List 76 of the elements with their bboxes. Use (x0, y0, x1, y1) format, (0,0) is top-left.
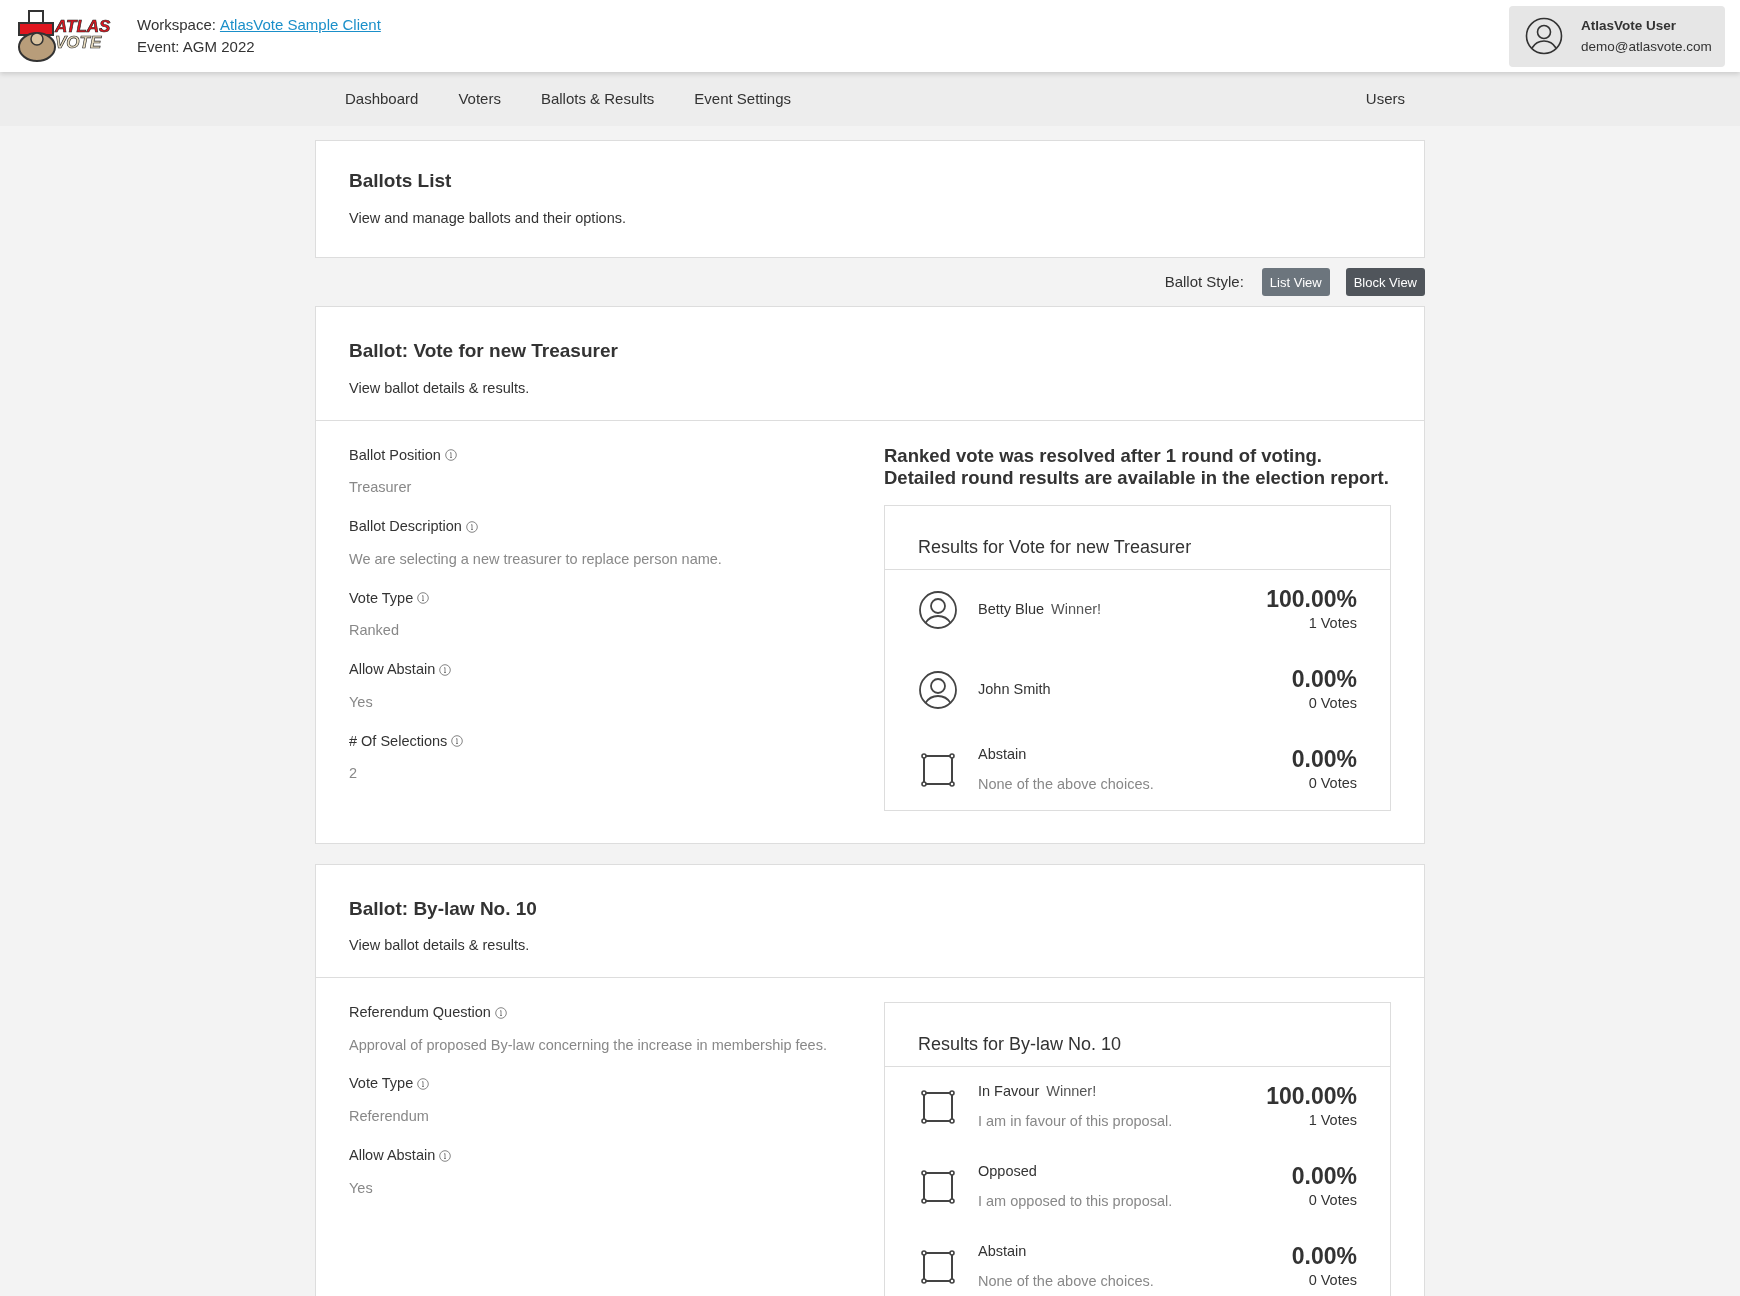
field-value: Referendum (349, 1107, 430, 1126)
ballot-style-label: Ballot Style: (1164, 272, 1244, 292)
results-title: Results for Vote for new Treasurer (918, 536, 1192, 557)
field-value: We are selecting a new treasurer to replace person name. (349, 549, 723, 569)
field-label: # Of Selections (349, 731, 448, 751)
option-name: Abstain (978, 744, 1027, 764)
percent-value: 0.00% (1291, 744, 1357, 773)
field-label: Ballot Position (349, 445, 441, 465)
field-label: Vote Type (349, 1074, 414, 1094)
field-value: Approval of proposed By-law concerning the increase in membership fees. (349, 1035, 828, 1055)
vote-count: 1 Votes (1308, 613, 1357, 633)
info-icon[interactable] (417, 1078, 430, 1091)
option-name: In Favour (978, 1082, 1040, 1101)
vote-count: 0 Votes (1308, 1270, 1357, 1290)
logo-text: VOTE (55, 35, 103, 51)
field-label: Vote Type (349, 588, 414, 608)
info-icon[interactable] (494, 1006, 507, 1019)
winner-label: Winner! (1051, 599, 1102, 619)
person-icon (918, 669, 958, 710)
option-description: None of the above choices. (978, 1271, 1155, 1291)
field-value: 2 (349, 764, 359, 784)
vote-count: 1 Votes (1308, 1110, 1357, 1130)
field-value: Yes (349, 1178, 374, 1198)
info-icon[interactable] (465, 520, 478, 533)
info-icon[interactable] (451, 735, 464, 748)
field-label: Referendum Question (349, 1002, 491, 1022)
event-name: Event: AGM 2022 (137, 37, 256, 57)
page-title: Ballots List (349, 169, 453, 193)
ballot-subtitle: View ballot details & results. (349, 936, 531, 955)
field-value: Ranked (349, 621, 400, 641)
option-name: Abstain (978, 1242, 1027, 1261)
field-value: Yes (349, 692, 374, 712)
nav-link[interactable]: Voters (438, 87, 521, 111)
info-icon[interactable] (444, 449, 457, 462)
user-email: demo@atlasvote.com (1581, 38, 1712, 56)
nav-link[interactable]: Dashboard (325, 87, 439, 111)
vote-count: 0 Votes (1308, 773, 1357, 793)
field-value: Treasurer (349, 478, 413, 498)
option-description: None of the above choices. (978, 774, 1155, 794)
nav-link[interactable]: Ballots & Results (520, 87, 675, 111)
vote-count: 0 Votes (1308, 693, 1357, 713)
page-subtitle: View and manage ballots and their options. (349, 208, 628, 228)
ballot-style-button[interactable]: Block View (1345, 268, 1425, 297)
results-title: Results for By-law No. 10 (918, 1033, 1122, 1054)
percent-value: 0.00% (1291, 664, 1357, 693)
option-description: I am in favour of this proposal. (978, 1111, 1174, 1131)
option-name: Opposed (978, 1162, 1037, 1181)
nav-link[interactable]: Event Settings (674, 87, 812, 111)
ballot-title: Ballot: By-law No. 10 (349, 896, 538, 921)
info-icon[interactable] (439, 663, 452, 676)
results-summary: Ranked vote was resolved after 1 round of voting. Detailed round results are available in the election report. (884, 444, 1390, 489)
workspace-link[interactable]: AtlasVote Sample Client (219, 14, 381, 36)
nav-link[interactable]: Users (1355, 87, 1415, 111)
user-icon (1525, 17, 1563, 55)
field-label: Allow Abstain (349, 660, 436, 679)
option-name: Betty Blue (978, 599, 1045, 619)
percent-value: 0.00% (1291, 1241, 1357, 1270)
winner-label: Winner! (1046, 1082, 1097, 1101)
workspace-label: Workspace: (137, 15, 216, 35)
field-label: Ballot Description (349, 517, 462, 536)
logo-text: ATLAS (55, 19, 111, 35)
person-icon (918, 589, 958, 630)
field-label: Allow Abstain (349, 1145, 436, 1165)
info-icon[interactable] (417, 592, 430, 605)
percent-value: 100.00% (1266, 584, 1357, 613)
percent-value: 100.00% (1266, 1081, 1357, 1110)
info-icon[interactable] (439, 1149, 452, 1162)
user-menu[interactable]: AtlasVote User demo@atlasvote.com (1509, 5, 1725, 67)
ballot-style-button[interactable]: List View (1261, 268, 1330, 297)
ballot-title: Ballot: Vote for new Treasurer (349, 339, 619, 364)
percent-value: 0.00% (1291, 1161, 1357, 1190)
vote-count: 0 Votes (1308, 1190, 1357, 1210)
user-name: AtlasVote User (1581, 17, 1678, 35)
option-description: I am opposed to this proposal. (978, 1191, 1174, 1211)
ballot-subtitle: View ballot details & results. (349, 378, 531, 398)
option-name: John Smith (978, 679, 1051, 699)
